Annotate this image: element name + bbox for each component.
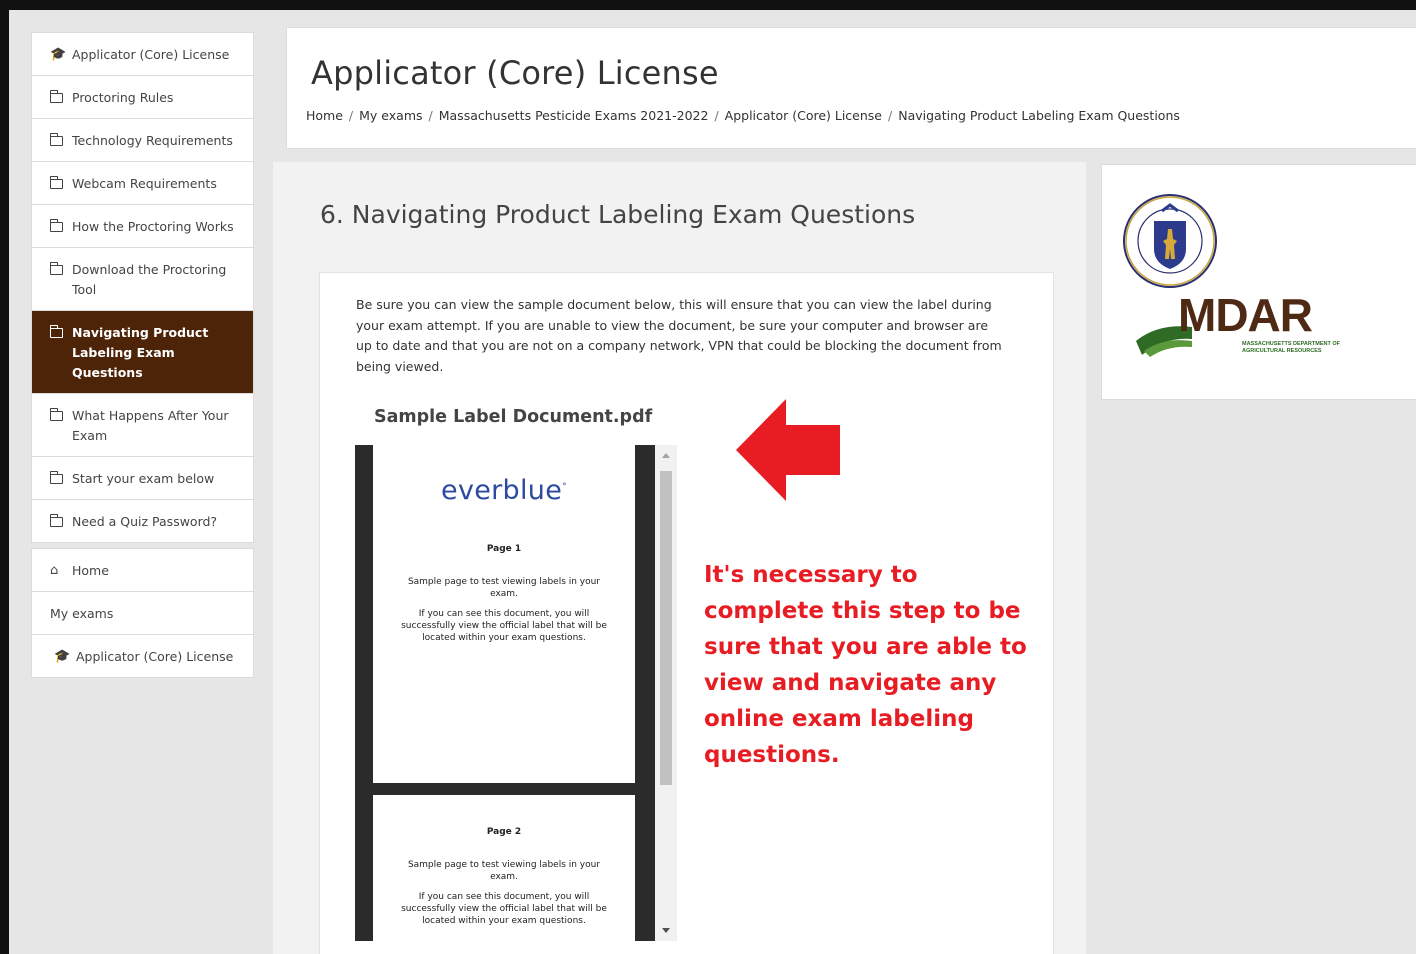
- sidebar-item-course[interactable]: 🎓 Applicator (Core) License: [32, 33, 253, 76]
- scroll-up-icon[interactable]: [662, 453, 670, 458]
- content-card: Be sure you can view the sample document…: [319, 272, 1054, 954]
- graduation-cap-icon: 🎓: [50, 47, 67, 62]
- folder-icon: [49, 131, 72, 146]
- pdf-text: Sample page to test viewing labels in yo…: [407, 577, 601, 599]
- sidebar-item-webcam-requirements[interactable]: Webcam Requirements: [32, 162, 253, 205]
- sidebar-item-label: Navigating Product Labeling Exam Questio…: [72, 325, 209, 380]
- pdf-scrollbar[interactable]: [655, 445, 677, 941]
- sidebar-item-proctoring-rules[interactable]: Proctoring Rules: [32, 76, 253, 119]
- folder-icon: [49, 217, 72, 232]
- massachusetts-seal-icon: [1123, 194, 1217, 288]
- breadcrumb: Home / My exams / Massachusetts Pesticide Ex…: [306, 108, 1180, 123]
- folder-icon: [49, 323, 72, 338]
- folder-icon: [49, 469, 72, 484]
- folder-icon: [49, 260, 72, 275]
- annotation-text: It's necessary to complete this step to …: [704, 562, 1027, 768]
- sidebar-item-label: Webcam Requirements: [72, 176, 217, 191]
- breadcrumb-exam-category[interactable]: Massachusetts Pesticide Exams 2021-2022: [439, 108, 709, 123]
- scroll-down-icon[interactable]: [662, 928, 670, 933]
- section-title: 6. Navigating Product Labeling Exam Ques…: [320, 200, 916, 229]
- breadcrumb-home[interactable]: Home: [306, 108, 343, 123]
- folder-icon: [49, 174, 72, 189]
- graduation-cap-icon: 🎓: [54, 649, 71, 664]
- folder-icon: [49, 512, 72, 527]
- folder-icon: [49, 406, 72, 421]
- sidebar-item-start-exam[interactable]: Start your exam below: [32, 457, 253, 500]
- site-nav: ⌂ Home My exams 🎓 Applicator (Core) Lice…: [31, 548, 254, 678]
- pdf-page-number: Page 1: [486, 544, 522, 554]
- sidebar-item-navigating-labeling[interactable]: Navigating Product Labeling Exam Questio…: [32, 311, 253, 394]
- mdar-wordmark: MDAR: [1178, 289, 1313, 341]
- pdf-page: everblue° Page 1 Sample page to test vie…: [373, 445, 635, 783]
- document-title: Sample Label Document.pdf: [374, 407, 653, 427]
- sidebar-item-my-exams[interactable]: My exams: [32, 592, 253, 635]
- sidebar-item-label: Technology Requirements: [72, 133, 233, 148]
- app-frame: 🎓 Applicator (Core) License Proctoring R…: [0, 0, 1416, 954]
- sidebar-item-label: Proctoring Rules: [72, 90, 174, 105]
- sidebar-item-label: My exams: [50, 606, 114, 621]
- pdf-page: Page 2 Sample page to test viewing label…: [373, 795, 635, 941]
- breadcrumb-current[interactable]: Navigating Product Labeling Exam Questio…: [898, 108, 1180, 123]
- main-content: 6. Navigating Product Labeling Exam Ques…: [273, 162, 1086, 954]
- sidebar-item-home[interactable]: ⌂ Home: [32, 549, 253, 592]
- pdf-page-number: Page 2: [486, 827, 522, 837]
- scroll-thumb[interactable]: [660, 471, 672, 785]
- page-title: Applicator (Core) License: [311, 54, 719, 92]
- sidebar-item-quiz-password[interactable]: Need a Quiz Password?: [32, 500, 253, 542]
- sidebar-item-download-proctoring-tool[interactable]: Download the Proctoring Tool: [32, 248, 253, 311]
- sidebar-item-how-proctoring-works[interactable]: How the Proctoring Works: [32, 205, 253, 248]
- pdf-text: If you can see this document, you will s…: [401, 892, 607, 926]
- pdf-text: If you can see this document, you will s…: [401, 609, 607, 643]
- logo-card: MDAR Massachusetts Department of Agricul…: [1101, 164, 1416, 400]
- mdar-subtitle: Massachusetts Department of Agricultural…: [1242, 341, 1340, 354]
- sidebar-item-after-exam[interactable]: What Happens After Your Exam: [32, 394, 253, 457]
- sidebar-item-label: Download the Proctoring Tool: [72, 262, 227, 297]
- page-header: Applicator (Core) License Home / My exams /…: [286, 27, 1416, 149]
- pdf-viewer[interactable]: everblue° Page 1 Sample page to test vie…: [355, 445, 677, 941]
- breadcrumb-course[interactable]: Applicator (Core) License: [725, 108, 882, 123]
- left-arrow-icon: [736, 399, 840, 501]
- everblue-logo: everblue°: [441, 475, 567, 506]
- sidebar-item-label: Applicator (Core) License: [76, 649, 234, 664]
- sidebar-item-technology-requirements[interactable]: Technology Requirements: [32, 119, 253, 162]
- sidebar-item-label: What Happens After Your Exam: [72, 408, 229, 443]
- course-sidebar: 🎓 Applicator (Core) License Proctoring R…: [31, 32, 254, 678]
- breadcrumb-my-exams[interactable]: My exams: [359, 108, 422, 123]
- home-icon: ⌂: [50, 563, 59, 578]
- sidebar-item-label: Applicator (Core) License: [72, 47, 230, 62]
- folder-icon: [49, 88, 72, 103]
- sidebar-item-label: Need a Quiz Password?: [72, 514, 218, 529]
- sidebar-item-label: How the Proctoring Works: [72, 219, 234, 234]
- pdf-text: Sample page to test viewing labels in yo…: [407, 860, 601, 882]
- section-nav: 🎓 Applicator (Core) License Proctoring R…: [31, 32, 254, 543]
- intro-text: Be sure you can view the sample document…: [356, 297, 1002, 374]
- sidebar-item-course-link[interactable]: 🎓 Applicator (Core) License: [32, 635, 253, 677]
- sidebar-item-label: Home: [72, 563, 109, 578]
- sidebar-item-label: Start your exam below: [72, 471, 215, 486]
